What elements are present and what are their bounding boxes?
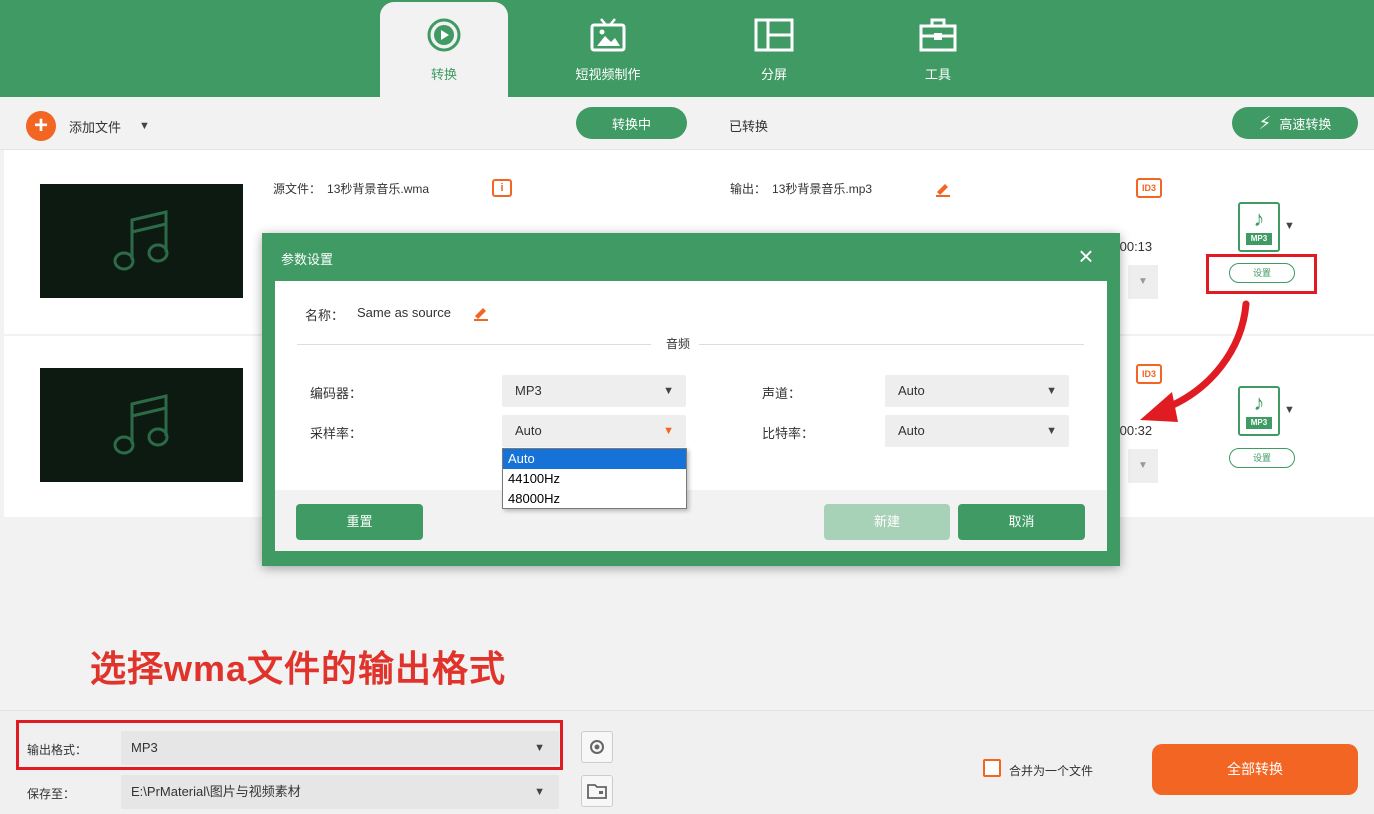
highlight-box [1206, 254, 1317, 294]
merge-checkbox[interactable] [983, 759, 1001, 777]
thumbnail [40, 184, 243, 298]
tab-label: 短视频制作 [575, 67, 641, 82]
fast-convert-label: 高速转换 [1279, 116, 1332, 132]
samplerate-label: 采样率： [310, 426, 363, 441]
encoder-label: 编码器： [310, 386, 363, 401]
tab-convert[interactable]: 转换 [380, 2, 508, 97]
dialog-body: 名称： Same as source 音频 编码器： MP3 ▼ 声道： Auto… [275, 281, 1107, 551]
tv-icon [589, 16, 627, 54]
edit-icon[interactable] [472, 303, 490, 321]
dialog-footer: 重置 新建 取消 [275, 490, 1107, 551]
fast-convert-button[interactable]: ⚡ 高速转换 [1232, 107, 1358, 139]
add-file-button[interactable]: + 添加文件 ▼ [26, 111, 150, 141]
bitrate-select[interactable]: Auto ▼ [885, 415, 1069, 447]
thumbnail [40, 368, 243, 482]
info-icon[interactable]: i [492, 179, 512, 197]
divider [699, 344, 1084, 345]
red-arrow-annotation [1140, 300, 1250, 422]
samplerate-select[interactable]: Auto ▼ [502, 415, 686, 447]
top-nav: 转换 短视频制作 分屏 工具 [0, 0, 1374, 97]
chevron-down-icon[interactable]: ▼ [1128, 449, 1158, 483]
option-44100hz[interactable]: 44100Hz [503, 469, 686, 489]
edit-icon[interactable] [934, 179, 952, 197]
output-file-label: 输出： 13秒背景音乐.mp3 [730, 182, 873, 196]
chevron-down-icon: ▼ [663, 385, 674, 397]
tab-short-video[interactable]: 短视频制作 [544, 2, 672, 97]
reset-button[interactable]: 重置 [296, 504, 423, 540]
name-value: Same as source [357, 305, 451, 320]
music-note-icon [113, 394, 168, 455]
option-48000hz[interactable]: 48000Hz [503, 489, 686, 509]
channel-label: 声道： [762, 386, 802, 401]
add-file-label: 添加文件 [69, 119, 122, 135]
tab-split-screen[interactable]: 分屏 [710, 2, 838, 97]
convert-all-button[interactable]: 全部转换 [1152, 744, 1358, 795]
lightning-icon: ⚡ [1258, 112, 1272, 133]
gear-icon[interactable] [581, 731, 613, 763]
chevron-down-icon[interactable]: ▼ [139, 120, 150, 132]
save-to-label: 保存至： [27, 787, 76, 801]
tab-tools[interactable]: 工具 [874, 2, 1002, 97]
id3-icon[interactable]: ID3 [1136, 178, 1162, 198]
divider [297, 344, 651, 345]
option-auto[interactable]: Auto [503, 449, 686, 469]
chevron-down-icon: ▼ [1046, 385, 1057, 397]
folder-icon[interactable] [581, 775, 613, 807]
source-file-label: 源文件： 13秒背景音乐.wma [273, 182, 430, 196]
toolbar: + 添加文件 ▼ [0, 97, 1374, 150]
cancel-button[interactable]: 取消 [958, 504, 1085, 540]
parameter-settings-dialog: 参数设置 × 名称： Same as source 音频 编码器： MP3 ▼ 声… [262, 233, 1120, 566]
duration: :00:13 [1116, 239, 1153, 254]
chevron-down-icon: ▼ [1046, 425, 1057, 437]
dialog-title: 参数设置 [281, 252, 334, 267]
output-file-name: 13秒背景音乐.mp3 [772, 182, 873, 196]
convert-icon [425, 16, 463, 54]
merge-label: 合并为一个文件 [1009, 764, 1094, 778]
save-to-select[interactable]: E:\PrMaterial\图片与视频素材 ▼ [121, 775, 559, 809]
name-label: 名称： [305, 308, 345, 323]
section-title-audio: 音频 [666, 337, 691, 351]
tab-label: 工具 [924, 67, 951, 82]
encoder-select[interactable]: MP3 ▼ [502, 375, 686, 407]
plus-icon: + [26, 111, 56, 141]
chevron-down-icon: ▼ [663, 425, 674, 437]
chevron-down-icon[interactable]: ▼ [1128, 265, 1158, 299]
tab-converted[interactable]: 已转换 [729, 116, 768, 135]
tab-label: 分屏 [760, 67, 787, 82]
chevron-down-icon: ▼ [534, 786, 545, 798]
toolbox-icon [919, 16, 957, 54]
chevron-down-icon[interactable]: ▼ [1284, 220, 1295, 232]
source-file-name: 13秒背景音乐.wma [327, 182, 430, 196]
split-screen-icon [754, 16, 794, 54]
annotation-caption: 选择wma文件的输出格式 [90, 648, 507, 689]
tab-converting[interactable]: 转换中 [576, 107, 687, 139]
chevron-down-icon[interactable]: ▼ [1284, 404, 1295, 416]
tab-label: 转换 [430, 67, 457, 82]
mp3-format-icon[interactable]: ♪ MP3 [1238, 202, 1280, 252]
new-button[interactable]: 新建 [824, 504, 950, 540]
settings-button[interactable]: 设置 [1229, 448, 1295, 468]
close-icon[interactable]: × [1074, 243, 1098, 269]
channel-select[interactable]: Auto ▼ [885, 375, 1069, 407]
bitrate-label: 比特率： [762, 426, 815, 441]
highlight-box [16, 720, 563, 770]
samplerate-options-list: Auto 44100Hz 48000Hz [502, 448, 687, 509]
music-note-icon [113, 210, 168, 271]
